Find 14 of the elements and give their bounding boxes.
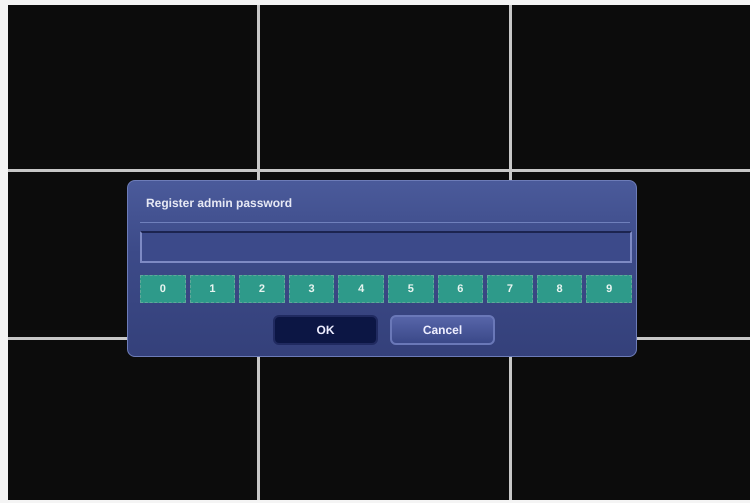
cancel-button[interactable]: Cancel	[390, 315, 495, 345]
digit-key[interactable]: 1	[190, 275, 236, 303]
ok-button[interactable]: OK	[273, 315, 378, 345]
digit-key[interactable]: 7	[487, 275, 533, 303]
digit-key[interactable]: 0	[140, 275, 186, 303]
digit-key[interactable]: 2	[239, 275, 285, 303]
digit-key[interactable]: 5	[388, 275, 434, 303]
digit-key[interactable]: 9	[586, 275, 632, 303]
digit-key[interactable]: 3	[288, 275, 334, 303]
digit-key[interactable]: 8	[536, 275, 582, 303]
digit-key[interactable]: 4	[338, 275, 384, 303]
digit-key[interactable]: 6	[438, 275, 484, 303]
password-field[interactable]	[140, 231, 632, 263]
dialog-title: Register admin password	[140, 191, 630, 223]
